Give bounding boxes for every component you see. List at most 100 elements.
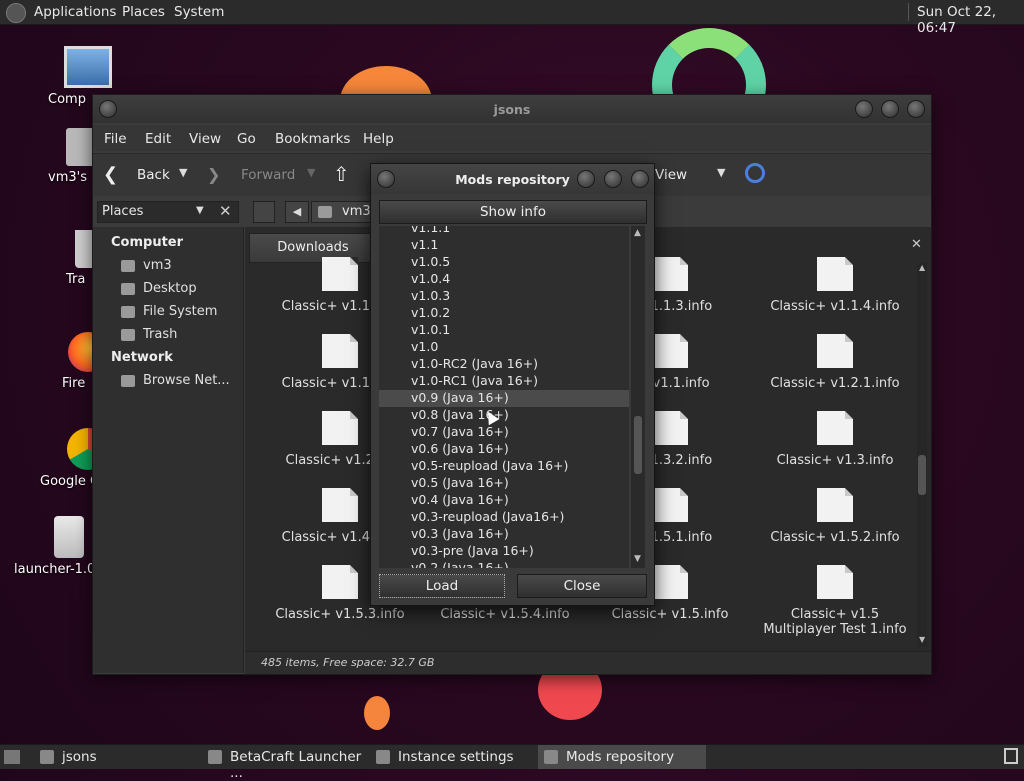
version-list-item[interactable]: v0.3-reupload (Java16+) — [411, 509, 564, 524]
menu-view[interactable]: View — [189, 131, 221, 147]
mods-repository-dialog: Mods repository Show info v1.1.1 v1.1 v1.0… — [370, 163, 655, 606]
app-icon — [376, 750, 390, 764]
taskbar-item-betacraft[interactable]: BetaCraft Launcher ... — [202, 745, 368, 781]
version-list-item[interactable]: v0.3 (Java 16+) — [411, 526, 509, 541]
sidebar-item-file-system[interactable]: File System — [121, 304, 217, 319]
app-icon — [544, 750, 558, 764]
version-list[interactable]: v1.1.1 v1.1 v1.0.5 v1.0.4 v1.0.3 v1.0.2 v1.0.1… — [379, 226, 629, 568]
version-list-item[interactable]: v0.9 (Java 16+) — [411, 390, 509, 405]
menu-bookmarks[interactable]: Bookmarks — [275, 131, 350, 147]
home-icon — [121, 259, 135, 272]
status-text: 485 items, Free space: 32.7 GB — [261, 656, 435, 669]
maximize-button[interactable] — [604, 170, 622, 188]
fm-scroll-thumb[interactable] — [918, 455, 926, 495]
version-list-item[interactable]: v1.0.1 — [411, 322, 450, 337]
back-arrow-icon[interactable]: ❮ — [103, 164, 118, 185]
document-icon — [322, 334, 358, 368]
version-list-item[interactable]: v0.4 (Java 16+) — [411, 492, 509, 507]
menu-go[interactable]: Go — [237, 131, 256, 147]
search-icon[interactable] — [745, 163, 765, 183]
taskbar-item-instance-settings[interactable]: Instance settings — [370, 745, 536, 769]
file-label: Classic+ v1.5.2.info — [770, 530, 900, 545]
version-list-item[interactable]: v1.0.5 — [411, 254, 450, 269]
version-list-item[interactable]: v0.5-reupload (Java 16+) — [411, 458, 568, 473]
trash-icon — [121, 328, 135, 341]
version-list-item[interactable]: v0.7 (Java 16+) — [411, 424, 509, 439]
wallpaper-small-blob — [364, 696, 390, 730]
places-menu[interactable]: Places — [122, 4, 165, 20]
version-list-item[interactable]: v1.0-RC1 (Java 16+) — [411, 373, 538, 388]
file-item[interactable]: Classic+ v1.3.info — [760, 411, 910, 468]
sidebar-item-label: Browse Net... — [143, 373, 230, 388]
crumb-left-arrow-icon[interactable]: ◀ — [285, 201, 309, 223]
scroll-up-icon[interactable]: ▲ — [919, 263, 925, 272]
app-icon — [208, 750, 222, 764]
minimize-button[interactable] — [855, 100, 873, 118]
file-item[interactable]: Classic+ v1.5.2.info — [760, 488, 910, 545]
view-chevron-icon[interactable]: ▼ — [717, 166, 725, 179]
close-window-button[interactable] — [907, 100, 925, 118]
close-sidebar-icon[interactable]: ✕ — [219, 202, 232, 220]
minimize-button[interactable] — [577, 170, 595, 188]
fm-title: jsons — [493, 102, 531, 117]
top-panel: Applications Places System Sun Oct 22, 0… — [0, 0, 1024, 36]
workspace-switcher-icon[interactable] — [1004, 748, 1018, 764]
version-list-item[interactable]: v1.0-RC2 (Java 16+) — [411, 356, 538, 371]
taskbar-item-mods-repository[interactable]: Mods repository — [538, 745, 706, 769]
list-scroll-thumb[interactable] — [634, 416, 642, 474]
show-info-button[interactable]: Show info — [379, 200, 647, 224]
show-desktop-icon[interactable] — [4, 750, 20, 764]
edit-location-icon[interactable] — [253, 201, 275, 223]
close-tab-icon[interactable]: ✕ — [911, 237, 922, 252]
maximize-button[interactable] — [881, 100, 899, 118]
breadcrumb[interactable]: vm3 — [311, 201, 373, 223]
menu-help[interactable]: Help — [363, 131, 394, 147]
file-item[interactable]: Classic+ v1.1.4.info — [760, 257, 910, 314]
taskbar-label: Instance settings — [398, 749, 514, 765]
places-dropdown[interactable]: Places ▼ — [97, 201, 239, 223]
close-button[interactable]: Close — [517, 574, 647, 598]
clock[interactable]: Sun Oct 22, 06:47 — [917, 4, 1024, 36]
fm-scrollbar[interactable]: ▲ ▼ — [917, 263, 927, 647]
sidebar-item-trash[interactable]: Trash — [121, 327, 177, 342]
applications-menu[interactable]: Applications — [34, 4, 116, 20]
version-list-item[interactable]: v1.0 — [411, 339, 438, 354]
version-list-item[interactable]: v1.0.2 — [411, 305, 450, 320]
dialog-titlebar[interactable]: Mods repository — [371, 164, 654, 194]
version-list-item[interactable]: v1.1 — [411, 237, 438, 252]
document-icon — [652, 565, 688, 599]
version-list-item[interactable]: v1.0.4 — [411, 271, 450, 286]
menu-edit[interactable]: Edit — [145, 131, 171, 147]
document-icon — [652, 411, 688, 445]
file-item[interactable]: Classic+ v1.5 Multiplayer Test 1.info — [760, 565, 910, 637]
back-history-chevron-icon[interactable]: ▼ — [179, 166, 187, 179]
file-item[interactable]: Classic+ v1.2.1.info — [760, 334, 910, 391]
back-button[interactable]: Back — [137, 167, 170, 183]
version-list-item[interactable]: v0.5 (Java 16+) — [411, 475, 509, 490]
folder-icon — [40, 750, 54, 764]
sidebar-item-vm3[interactable]: vm3 — [121, 258, 172, 273]
sidebar-item-desktop[interactable]: Desktop — [121, 281, 197, 296]
load-button[interactable]: Load — [379, 574, 505, 598]
view-button[interactable]: View — [655, 167, 687, 183]
scroll-down-icon[interactable]: ▼ — [634, 554, 641, 564]
version-list-item[interactable]: v0.3-pre (Java 16+) — [411, 543, 534, 558]
distro-logo-icon[interactable] — [6, 3, 26, 23]
taskbar-item-jsons[interactable]: jsons — [34, 745, 198, 769]
menu-file[interactable]: File — [104, 131, 127, 147]
fm-menubar: File Edit View Go Bookmarks Help — [93, 125, 931, 151]
sidebar-item-browse-network[interactable]: Browse Net... — [121, 373, 230, 388]
system-menu[interactable]: System — [174, 4, 224, 20]
up-arrow-icon[interactable]: ⇧ — [333, 162, 350, 186]
version-list-item[interactable]: v0.6 (Java 16+) — [411, 441, 509, 456]
close-window-button[interactable] — [631, 170, 649, 188]
scroll-down-icon[interactable]: ▼ — [919, 635, 925, 644]
list-scrollbar[interactable]: ▲ ▼ — [631, 226, 645, 568]
version-list-item[interactable]: v1.0.3 — [411, 288, 450, 303]
scroll-up-icon[interactable]: ▲ — [634, 228, 641, 238]
version-list-item[interactable]: v1.1.1 — [411, 226, 450, 235]
version-list-item[interactable]: v0.2 (Java 16+) — [411, 560, 509, 568]
panel-separator — [908, 3, 909, 21]
taskbar-label: Mods repository — [566, 749, 675, 765]
fm-titlebar[interactable]: jsons — [93, 95, 931, 123]
